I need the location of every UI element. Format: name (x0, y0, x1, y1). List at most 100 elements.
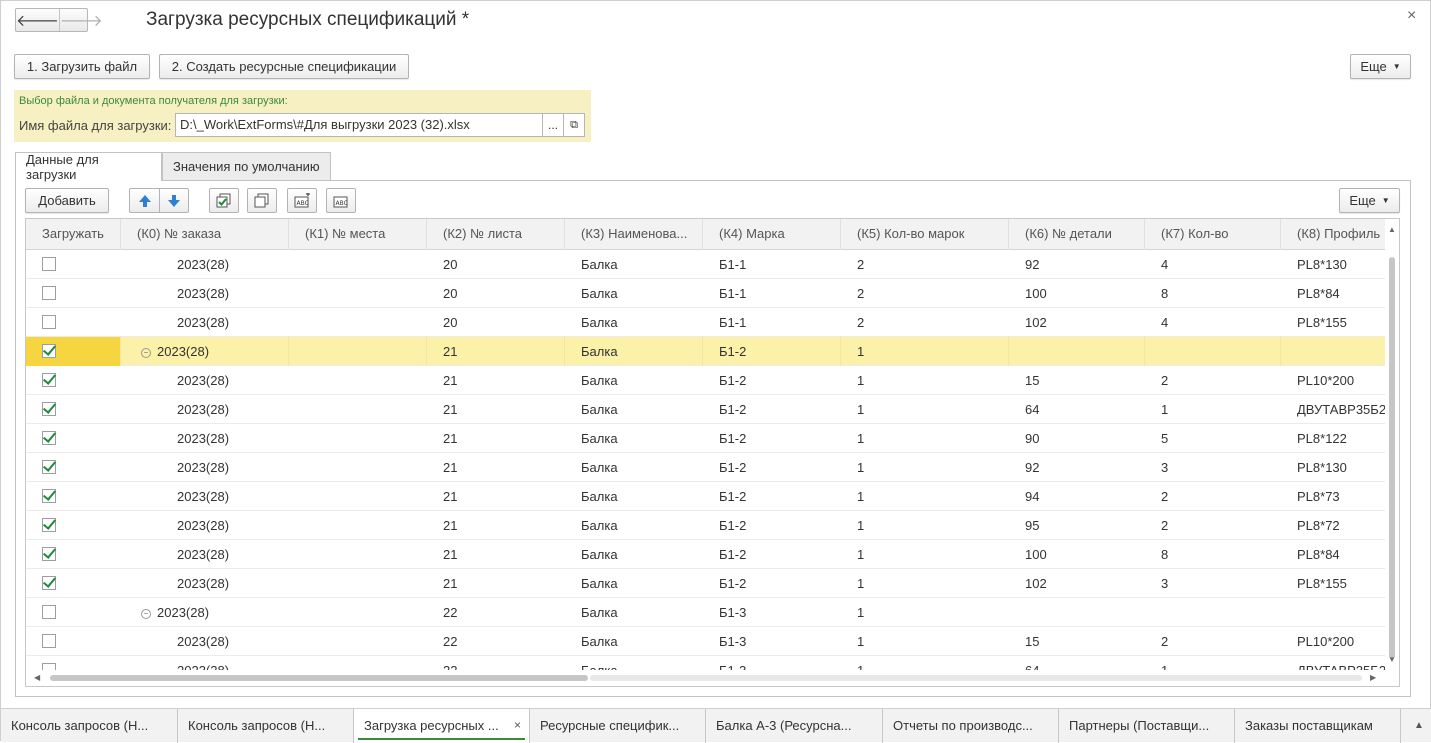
col-header-load[interactable]: Загружать (26, 219, 121, 250)
cell-order[interactable]: 2023(28) (121, 569, 289, 598)
taskbar-more-icon[interactable]: ▲ (1406, 709, 1431, 743)
check-all-icon[interactable] (209, 188, 239, 213)
cell-name[interactable]: Балка (565, 598, 703, 627)
cell-profile[interactable]: PL8*155 (1281, 569, 1386, 598)
table-row[interactable]: 2023(28) 21 Балка Б1-2 1 95 2 PL8*72 (26, 511, 1386, 540)
table-row[interactable]: 2023(28) 21 Балка Б1-2 1 94 2 PL8*73 (26, 482, 1386, 511)
move-up-icon[interactable] (129, 188, 159, 213)
cell-profile[interactable]: PL8*73 (1281, 482, 1386, 511)
cell-order[interactable]: 2023(28) (121, 482, 289, 511)
move-down-icon[interactable] (159, 188, 189, 213)
cell-profile[interactable]: PL8*130 (1281, 250, 1386, 279)
horizontal-scroll-track[interactable] (590, 675, 1362, 681)
cell-mark[interactable]: Б1-2 (703, 482, 841, 511)
load-checkbox[interactable] (42, 634, 56, 648)
cell-qty[interactable]: 4 (1145, 308, 1281, 337)
cell-sheet[interactable]: 21 (427, 395, 565, 424)
cell-qty[interactable]: 3 (1145, 453, 1281, 482)
cell-name[interactable]: Балка (565, 540, 703, 569)
cell-part[interactable]: 102 (1009, 569, 1145, 598)
more-button[interactable]: Еще ▼ (1350, 54, 1411, 79)
load-checkbox[interactable] (42, 518, 56, 532)
cell-part[interactable]: 95 (1009, 511, 1145, 540)
cell-profile[interactable]: PL8*130 (1281, 453, 1386, 482)
forward-arrow-icon[interactable]: 🡒 (60, 9, 103, 31)
cell-name[interactable]: Балка (565, 395, 703, 424)
cell-qty[interactable]: 2 (1145, 366, 1281, 395)
cell-part[interactable]: 64 (1009, 395, 1145, 424)
table-row[interactable]: 2023(28) 21 Балка Б1-2 1 90 5 PL8*122 (26, 424, 1386, 453)
cell-place[interactable] (289, 279, 427, 308)
cell-sheet[interactable]: 21 (427, 569, 565, 598)
cell-qty[interactable]: 2 (1145, 627, 1281, 656)
cell-name[interactable]: Балка (565, 279, 703, 308)
cell-mark[interactable]: Б1-3 (703, 598, 841, 627)
open-file-icon[interactable]: ⧉ (563, 113, 585, 137)
col-header-sheet[interactable]: (К2) № листа (427, 219, 565, 250)
taskbar-tab[interactable]: Консоль запросов (Н... (178, 709, 354, 743)
load-checkbox[interactable] (42, 431, 56, 445)
close-icon[interactable]: × (1407, 7, 1416, 25)
load-checkbox[interactable] (42, 257, 56, 271)
cell-profile[interactable]: ДВУТАВР35Б2 (1281, 395, 1386, 424)
cell-name[interactable]: Балка (565, 337, 703, 366)
back-arrow-icon[interactable]: 🡐 (16, 9, 60, 31)
cell-part[interactable]: 15 (1009, 366, 1145, 395)
col-header-mark-qty[interactable]: (К5) Кол-во марок (841, 219, 1009, 250)
table-row[interactable]: −2023(28) 22 Балка Б1-3 1 (26, 598, 1386, 627)
vertical-scroll-thumb[interactable] (1389, 257, 1395, 659)
file-name-input[interactable]: D:\_Work\ExtForms\#Для выгрузки 2023 (32… (175, 113, 543, 137)
cell-name[interactable]: Балка (565, 250, 703, 279)
cell-place[interactable] (289, 337, 427, 366)
cell-mark-qty[interactable]: 1 (841, 366, 1009, 395)
cell-mark[interactable]: Б1-2 (703, 511, 841, 540)
cell-qty[interactable]: 2 (1145, 482, 1281, 511)
collapse-icon[interactable]: − (141, 347, 151, 358)
cell-mark[interactable]: Б1-2 (703, 569, 841, 598)
cell-place[interactable] (289, 627, 427, 656)
load-checkbox[interactable] (42, 489, 56, 503)
horizontal-scroll-thumb[interactable] (50, 675, 588, 681)
cell-order[interactable]: 2023(28) (121, 540, 289, 569)
cell-name[interactable]: Балка (565, 453, 703, 482)
cell-sheet[interactable]: 20 (427, 250, 565, 279)
taskbar-tab[interactable]: Загрузка ресурсных ... × (354, 709, 530, 743)
cell-mark-qty[interactable]: 1 (841, 511, 1009, 540)
cell-qty[interactable] (1145, 598, 1281, 627)
grid-more-button[interactable]: Еще ▼ (1339, 188, 1400, 213)
cell-mark-qty[interactable]: 1 (841, 569, 1009, 598)
cell-part[interactable]: 92 (1009, 453, 1145, 482)
cell-sheet[interactable]: 21 (427, 453, 565, 482)
load-checkbox[interactable] (42, 373, 56, 387)
cell-name[interactable]: Балка (565, 308, 703, 337)
cell-mark[interactable]: Б1-2 (703, 453, 841, 482)
cell-mark-qty[interactable]: 1 (841, 337, 1009, 366)
col-header-mark[interactable]: (К4) Марка (703, 219, 841, 250)
abc-icon[interactable]: ABC (326, 188, 356, 213)
cell-name[interactable]: Балка (565, 424, 703, 453)
cell-order[interactable]: 2023(28) (121, 279, 289, 308)
table-row[interactable]: 2023(28) 21 Балка Б1-2 1 15 2 PL10*200 (26, 366, 1386, 395)
col-header-qty[interactable]: (К7) Кол-во (1145, 219, 1281, 250)
cell-profile[interactable]: PL10*200 (1281, 366, 1386, 395)
tab-defaults[interactable]: Значения по умолчанию (162, 152, 331, 180)
load-checkbox[interactable] (42, 547, 56, 561)
taskbar-tab[interactable]: Балка А-3 (Ресурсна... (706, 709, 883, 743)
col-header-place[interactable]: (К1) № места (289, 219, 427, 250)
cell-part[interactable]: 90 (1009, 424, 1145, 453)
table-row[interactable]: 2023(28) 22 Балка Б1-3 1 15 2 PL10*200 (26, 627, 1386, 656)
cell-mark-qty[interactable]: 1 (841, 424, 1009, 453)
cell-mark-qty[interactable]: 2 (841, 250, 1009, 279)
close-tab-icon[interactable]: × (514, 709, 521, 742)
cell-profile[interactable]: PL8*72 (1281, 511, 1386, 540)
cell-qty[interactable]: 3 (1145, 569, 1281, 598)
table-row[interactable]: 2023(28) 21 Балка Б1-2 1 64 1 ДВУТАВР35Б2 (26, 395, 1386, 424)
cell-part[interactable]: 100 (1009, 540, 1145, 569)
cell-mark[interactable]: Б1-2 (703, 540, 841, 569)
cell-order[interactable]: 2023(28) (121, 366, 289, 395)
add-button[interactable]: Добавить (25, 188, 109, 213)
load-checkbox[interactable] (42, 286, 56, 300)
table-row[interactable]: 2023(28) 20 Балка Б1-1 2 92 4 PL8*130 (26, 250, 1386, 279)
col-header-profile[interactable]: (К8) Профиль (1281, 219, 1386, 250)
cell-mark[interactable]: Б1-1 (703, 250, 841, 279)
